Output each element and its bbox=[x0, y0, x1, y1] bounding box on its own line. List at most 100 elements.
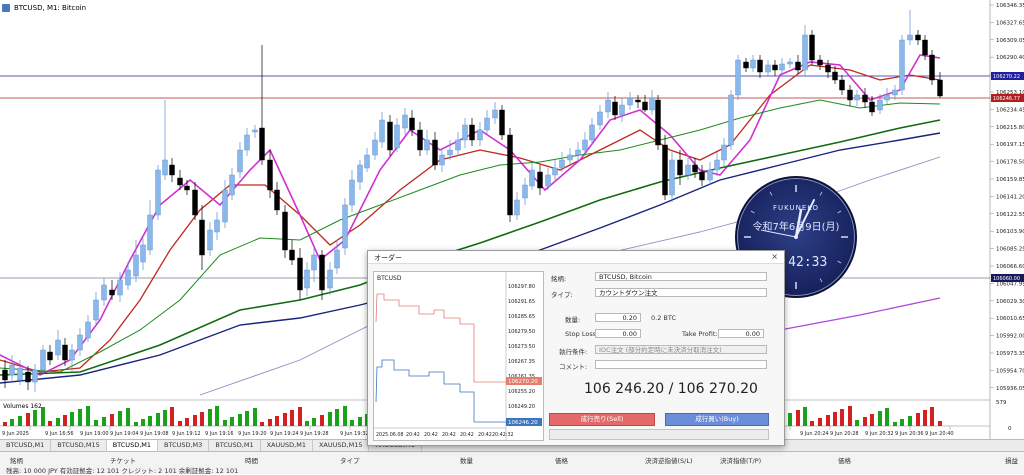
time-label: 9 Jun 19:04 bbox=[110, 431, 139, 437]
volume-zero-label: 0 bbox=[1008, 426, 1012, 432]
comment-input[interactable] bbox=[595, 360, 767, 369]
order-type-select[interactable]: カウントダウン注文 bbox=[595, 288, 767, 297]
terminal-column-header[interactable]: 数量 bbox=[460, 455, 473, 465]
mini-time-label: 20:42 bbox=[406, 432, 420, 438]
candle-body bbox=[327, 269, 333, 289]
chart-tab[interactable]: BTCUSD,M1 bbox=[209, 440, 261, 451]
volume-bar bbox=[312, 418, 316, 426]
terminal-column-header[interactable]: 価格 bbox=[555, 455, 568, 465]
clock-tick bbox=[819, 191, 823, 196]
terminal-column-header[interactable]: 時間 bbox=[245, 455, 258, 465]
mini-price-label: 106279.50 bbox=[508, 329, 535, 335]
candle-body bbox=[699, 171, 705, 181]
chart-tab[interactable]: BTCUSD,M3 bbox=[158, 440, 210, 451]
chart-tab[interactable]: BTCUSD,M1 bbox=[106, 440, 159, 451]
time-label: 9 Jun 19:24 bbox=[270, 431, 299, 437]
candle-body bbox=[915, 34, 921, 41]
candle-body bbox=[649, 97, 655, 111]
volume-input[interactable]: 0.20 bbox=[595, 313, 641, 322]
volume-bar bbox=[283, 413, 287, 426]
buy-button[interactable]: 成行買い(Buy) bbox=[665, 413, 769, 426]
volume-bar bbox=[156, 413, 160, 426]
chart-tab[interactable]: BTCUSD,M15 bbox=[51, 440, 107, 451]
volume-bar bbox=[268, 419, 272, 426]
time-label: 9 Jun 20:28 bbox=[830, 431, 859, 437]
execution-select[interactable]: IOC注文 (部分約定時に未決済分取消注文) bbox=[595, 345, 767, 354]
chart-tab[interactable]: XAUUSD,M15 bbox=[313, 440, 370, 451]
candle-body bbox=[559, 159, 565, 169]
candle-body bbox=[669, 159, 675, 196]
symbol-select[interactable]: BTCUSD, Bitcoin bbox=[595, 272, 767, 281]
terminal-column-header[interactable]: 損益 bbox=[1005, 455, 1018, 465]
chart-tab[interactable]: XAUUSD,M1 bbox=[261, 440, 313, 451]
order-dialog[interactable]: オーダー × BTCUSD 106297.80 106291.65 106285.6… bbox=[367, 250, 785, 446]
volume-bar bbox=[938, 421, 942, 426]
candle-body bbox=[787, 61, 793, 65]
candle-body bbox=[922, 39, 928, 56]
bid-line bbox=[375, 359, 506, 423]
candle-body bbox=[85, 321, 91, 339]
price-label: 106290.40 bbox=[996, 55, 1024, 61]
candle-body bbox=[612, 101, 618, 116]
candle-body bbox=[133, 254, 139, 277]
candle-body bbox=[222, 189, 228, 223]
terminal-column-header[interactable]: タイプ bbox=[340, 455, 360, 465]
time-label: 9 Jun 19:20 bbox=[238, 431, 267, 437]
stop-loss-input[interactable]: 0.00 bbox=[595, 329, 641, 338]
mini-time-label: 20:42:32 bbox=[492, 432, 514, 438]
candle-body bbox=[817, 59, 823, 66]
chart-tab[interactable]: BTCUSD,M1 bbox=[0, 440, 52, 451]
candle-body bbox=[274, 189, 280, 211]
volume-bar bbox=[885, 408, 889, 426]
ask-line bbox=[375, 293, 506, 383]
account-status: 残高: 10 000 JPY 有効証拠金: 12 101 クレジット: 2 10… bbox=[6, 467, 239, 475]
volume-bar bbox=[275, 416, 279, 426]
candle-body bbox=[147, 214, 153, 251]
candle-body bbox=[237, 149, 243, 173]
terminal-column-header[interactable]: チケット bbox=[110, 455, 136, 465]
candle-body bbox=[177, 177, 183, 186]
chart-title: BTCUSD, M1: Bitcoin bbox=[2, 2, 86, 14]
time-label: 9 Jun 19:12 bbox=[172, 431, 201, 437]
volume-bar bbox=[343, 406, 347, 426]
volume-bar bbox=[833, 412, 837, 426]
candle-body bbox=[455, 139, 461, 151]
volume-bar bbox=[290, 410, 294, 426]
terminal-column-header[interactable]: 銘柄 bbox=[10, 455, 23, 465]
bid-ask-price: 106 246.20 / 106 270.20 bbox=[584, 381, 758, 397]
candle-body bbox=[765, 64, 771, 73]
candle-body bbox=[692, 164, 698, 173]
volume-bar bbox=[86, 406, 90, 426]
candle-body bbox=[507, 134, 513, 216]
sell-button[interactable]: 成行売り(Sell) bbox=[549, 413, 655, 426]
close-icon[interactable]: × bbox=[771, 252, 778, 261]
candle-body bbox=[907, 34, 913, 41]
volume-bar bbox=[148, 416, 152, 426]
time-label: 9 Jun 2025 bbox=[2, 431, 29, 437]
price-label: 105936.05 bbox=[996, 386, 1024, 392]
mini-price-label: 106297.80 bbox=[508, 284, 535, 290]
candle-body bbox=[349, 179, 355, 206]
candle-body bbox=[282, 211, 288, 251]
candle-body bbox=[884, 94, 890, 101]
take-profit-input[interactable]: 0.00 bbox=[718, 329, 764, 338]
terminal-panel: 銘柄 チケット 時間 タイプ 数量 価格 決済逆指値(S/L) 決済指値(T/P) 価格 損益 残… bbox=[0, 451, 1024, 475]
terminal-column-header[interactable]: 決済逆指値(S/L) bbox=[645, 455, 693, 465]
terminal-column-header[interactable]: 決済指値(T/P) bbox=[720, 455, 761, 465]
mini-time-label: 20:42 bbox=[424, 432, 438, 438]
candle-body bbox=[477, 129, 483, 141]
volume-bar bbox=[260, 422, 264, 426]
terminal-column-header[interactable]: 価格 bbox=[838, 455, 851, 465]
candle-body bbox=[899, 39, 905, 91]
candle-body bbox=[750, 59, 756, 69]
volume-bar bbox=[803, 407, 807, 426]
volume-bar bbox=[796, 410, 800, 426]
dialog-title-bar[interactable]: オーダー × bbox=[368, 251, 784, 264]
volume-bar bbox=[305, 421, 309, 426]
tick-chart-svg: BTCUSD 106297.80 106291.65 106285.65 106279… bbox=[374, 272, 542, 440]
mini-price-label: 106267.35 bbox=[508, 359, 535, 365]
volume-bar bbox=[900, 419, 904, 426]
volume-bar bbox=[893, 422, 897, 426]
mini-time-label: 2025.06.08 bbox=[376, 432, 403, 438]
price-box-label: 106060.00 bbox=[993, 276, 1020, 282]
